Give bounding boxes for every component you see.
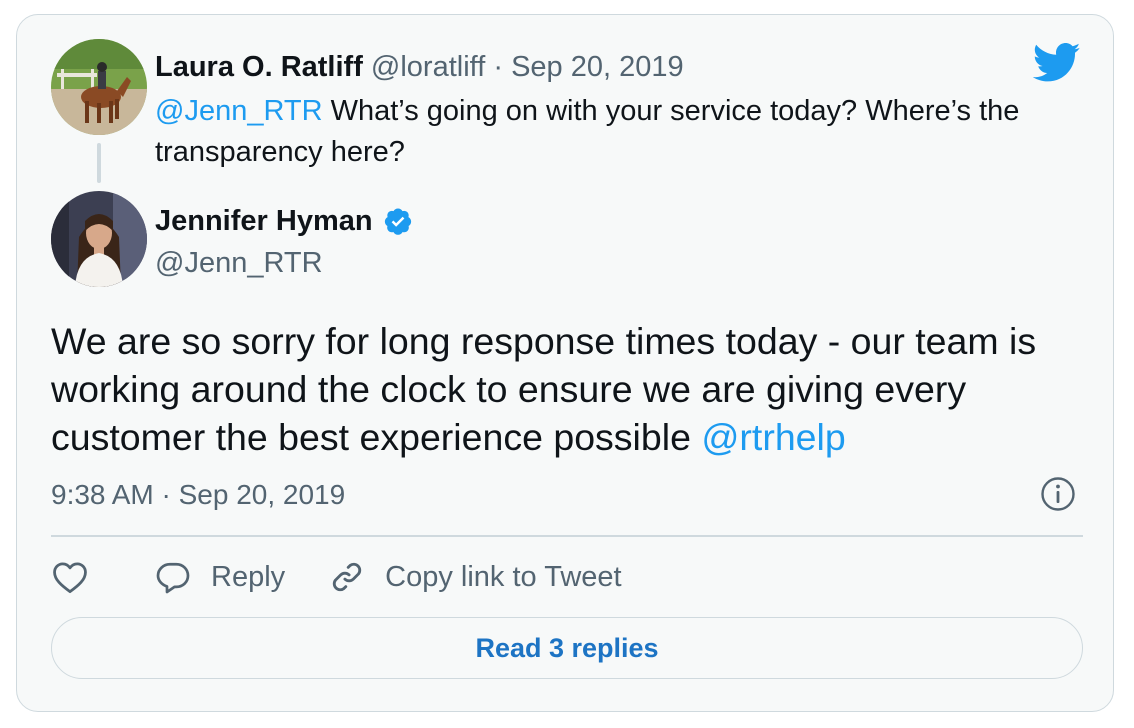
parent-tweet-mention[interactable]: @Jenn_RTR — [155, 95, 323, 127]
copy-link-label: Copy link to Tweet — [385, 560, 622, 593]
main-author-name-row: Jennifer Hyman — [155, 203, 413, 239]
link-icon — [332, 562, 362, 592]
parent-tweet-text: @Jenn_RTR What’s going on with your serv… — [155, 91, 1085, 173]
like-button[interactable] — [51, 560, 89, 594]
read-replies-button[interactable]: Read 3 replies — [51, 617, 1083, 679]
main-author-name[interactable]: Jennifer Hyman — [155, 203, 373, 239]
parent-tweet-date[interactable]: Sep 20, 2019 — [511, 51, 684, 83]
thread-connector-line — [97, 143, 101, 183]
woman-portrait-avatar-image — [51, 191, 147, 287]
main-author-avatar[interactable] — [51, 191, 147, 287]
main-tweet-mention[interactable]: @rtrhelp — [701, 416, 845, 458]
parent-author-handle[interactable]: @loratliff — [371, 51, 485, 83]
tweet-actions: Reply Copy link to Tweet — [51, 555, 622, 599]
info-icon[interactable] — [1040, 476, 1076, 512]
embedded-tweet-card: Laura O. Ratliff @loratliff · Sep 20, 20… — [16, 14, 1114, 712]
main-tweet-text: We are so sorry for long response times … — [51, 317, 1101, 461]
horse-rider-avatar-image — [51, 39, 147, 135]
twitter-bird-icon[interactable] — [1032, 43, 1081, 83]
speech-bubble-icon — [156, 562, 190, 594]
parent-tweet-header: Laura O. Ratliff @loratliff · Sep 20, 20… — [155, 49, 684, 85]
actions-divider — [51, 535, 1083, 537]
parent-header-separator: · — [493, 51, 503, 83]
reply-button[interactable]: Reply — [155, 560, 285, 594]
copy-link-button[interactable]: Copy link to Tweet — [329, 559, 622, 595]
read-replies-label: Read 3 replies — [475, 632, 659, 663]
main-author-handle[interactable]: @Jenn_RTR — [155, 245, 323, 281]
tweet-timestamp[interactable]: 9:38 AM · Sep 20, 2019 — [51, 477, 345, 513]
heart-icon — [53, 562, 87, 594]
verified-badge-icon — [384, 208, 411, 235]
parent-author-avatar[interactable] — [51, 39, 147, 135]
parent-author-name[interactable]: Laura O. Ratliff — [155, 51, 363, 83]
reply-label: Reply — [211, 560, 286, 593]
main-tweet-body: We are so sorry for long response times … — [51, 320, 1037, 458]
